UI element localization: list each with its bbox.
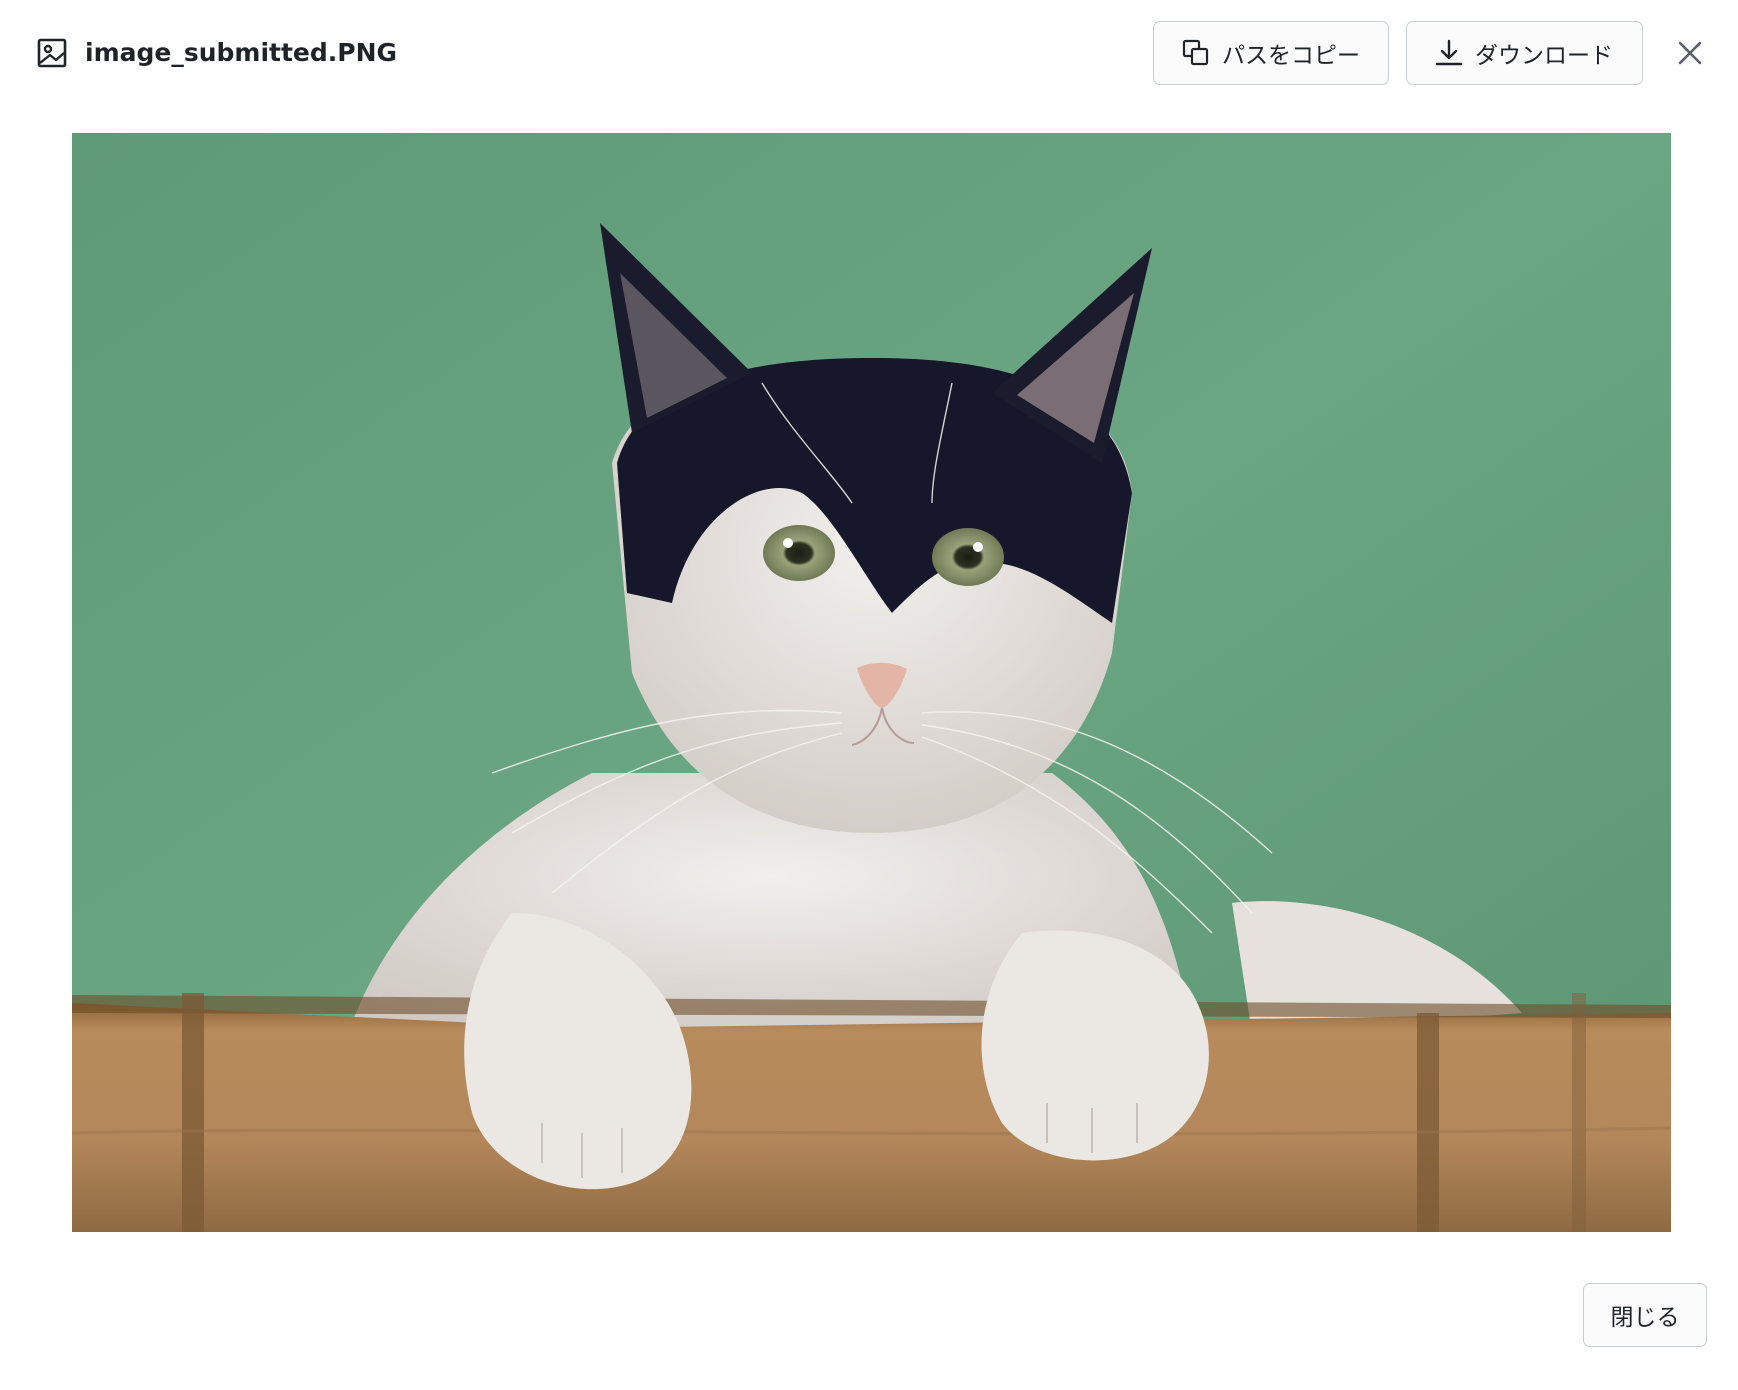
download-icon <box>1435 39 1463 67</box>
close-icon[interactable] <box>1673 36 1707 70</box>
image-file-icon <box>37 38 67 68</box>
copy-path-button[interactable]: パスをコピー <box>1153 21 1389 85</box>
cat-photo <box>72 133 1671 1232</box>
image-preview-dialog: image_submitted.PNG パスをコピー ダウンロード 閉じる <box>0 0 1738 1390</box>
file-name: image_submitted.PNG <box>85 38 398 67</box>
close-button[interactable]: 閉じる <box>1583 1283 1707 1347</box>
copy-icon <box>1182 39 1210 67</box>
download-button[interactable]: ダウンロード <box>1406 21 1643 85</box>
dialog-header: image_submitted.PNG パスをコピー ダウンロード <box>0 0 1738 108</box>
close-button-label: 閉じる <box>1610 1305 1680 1331</box>
image-preview <box>72 133 1671 1232</box>
copy-path-label: パスをコピー <box>1222 43 1360 69</box>
download-label: ダウンロード <box>1475 43 1613 69</box>
